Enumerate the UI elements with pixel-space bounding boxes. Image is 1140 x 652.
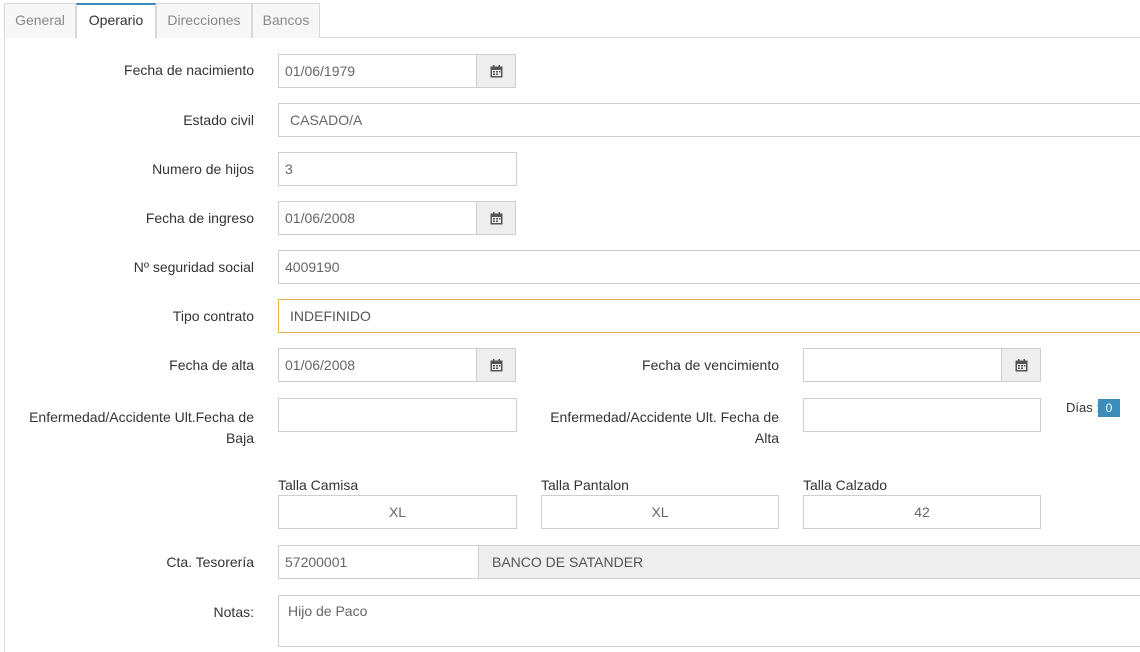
tab-general[interactable]: General	[4, 3, 76, 38]
estado-civil-select[interactable]: CASADO/A	[278, 103, 1140, 137]
fecha-alta-calendar-button[interactable]	[476, 348, 516, 382]
tab-direcciones[interactable]: Direcciones	[156, 3, 252, 38]
fecha-ingreso-calendar-button[interactable]	[476, 201, 516, 235]
label-fecha-ingreso: Fecha de ingreso	[145, 210, 254, 226]
label-seguridad-social: Nº seguridad social	[133, 259, 254, 275]
label-fecha-nacimiento: Fecha de nacimiento	[124, 62, 254, 78]
label-talla-pantalon: Talla Pantalon	[541, 477, 629, 493]
dias-label: Días :	[1066, 400, 1100, 415]
label-cta-tesoreria: Cta. Tesorería	[166, 554, 254, 570]
dias-badge: 0	[1098, 399, 1120, 417]
label-enfermedad-alta-line2: Alta	[754, 430, 779, 446]
calendar-icon	[1015, 358, 1027, 371]
tab-operario[interactable]: Operario	[76, 3, 156, 39]
calendar-icon	[490, 358, 502, 371]
label-enfermedad-alta-line1: Enfermedad/Accidente Ult. Fecha de	[550, 409, 779, 425]
label-enfermedad-alta: Enfermedad/Accidente Ult. Fecha de Alta	[520, 407, 779, 449]
tipo-contrato-select[interactable]: INDEFINIDO	[278, 299, 1140, 333]
label-enfermedad-baja-line2: Baja	[225, 430, 254, 446]
cta-tesoreria-bank-name: BANCO DE SATANDER	[478, 545, 1140, 579]
label-talla-calzado: Talla Calzado	[803, 477, 888, 493]
label-enfermedad-baja: Enfermedad/Accidente Ult.Fecha de Baja	[0, 407, 254, 449]
label-estado-civil: Estado civil	[183, 112, 254, 128]
numero-hijos-input[interactable]: 3	[278, 152, 517, 186]
enfermedad-baja-input[interactable]	[278, 398, 517, 432]
label-notas: Notas:	[213, 604, 254, 620]
label-fecha-vencimiento: Fecha de vencimiento	[642, 357, 779, 373]
seguridad-social-input[interactable]: 4009190	[278, 250, 1140, 284]
label-talla-camisa: Talla Camisa	[278, 477, 359, 493]
fecha-ingreso-input[interactable]: 01/06/2008	[278, 201, 478, 235]
calendar-icon	[490, 211, 502, 224]
label-fecha-alta: Fecha de alta	[169, 357, 254, 373]
tab-bancos[interactable]: Bancos	[252, 3, 320, 38]
notas-textarea[interactable]: Hijo de Paco	[278, 595, 1140, 647]
label-numero-hijos: Numero de hijos	[152, 161, 254, 177]
label-enfermedad-baja-line1: Enfermedad/Accidente Ult.Fecha de	[29, 409, 254, 425]
enfermedad-alta-input[interactable]	[803, 398, 1041, 432]
calendar-icon	[490, 64, 502, 77]
talla-pantalon-input[interactable]: XL	[541, 495, 779, 529]
label-tipo-contrato: Tipo contrato	[172, 308, 254, 324]
talla-camisa-input[interactable]: XL	[278, 495, 517, 529]
fecha-vencimiento-calendar-button[interactable]	[1001, 348, 1041, 382]
fecha-alta-input[interactable]: 01/06/2008	[278, 348, 478, 382]
fecha-nacimiento-input[interactable]: 01/06/1979	[278, 54, 478, 88]
tab-bar: General Operario Direcciones Bancos	[4, 0, 1140, 39]
cta-tesoreria-input[interactable]: 57200001	[278, 545, 479, 579]
fecha-nacimiento-calendar-button[interactable]	[476, 54, 516, 88]
fecha-vencimiento-input[interactable]	[803, 348, 1003, 382]
talla-calzado-input[interactable]: 42	[803, 495, 1041, 529]
